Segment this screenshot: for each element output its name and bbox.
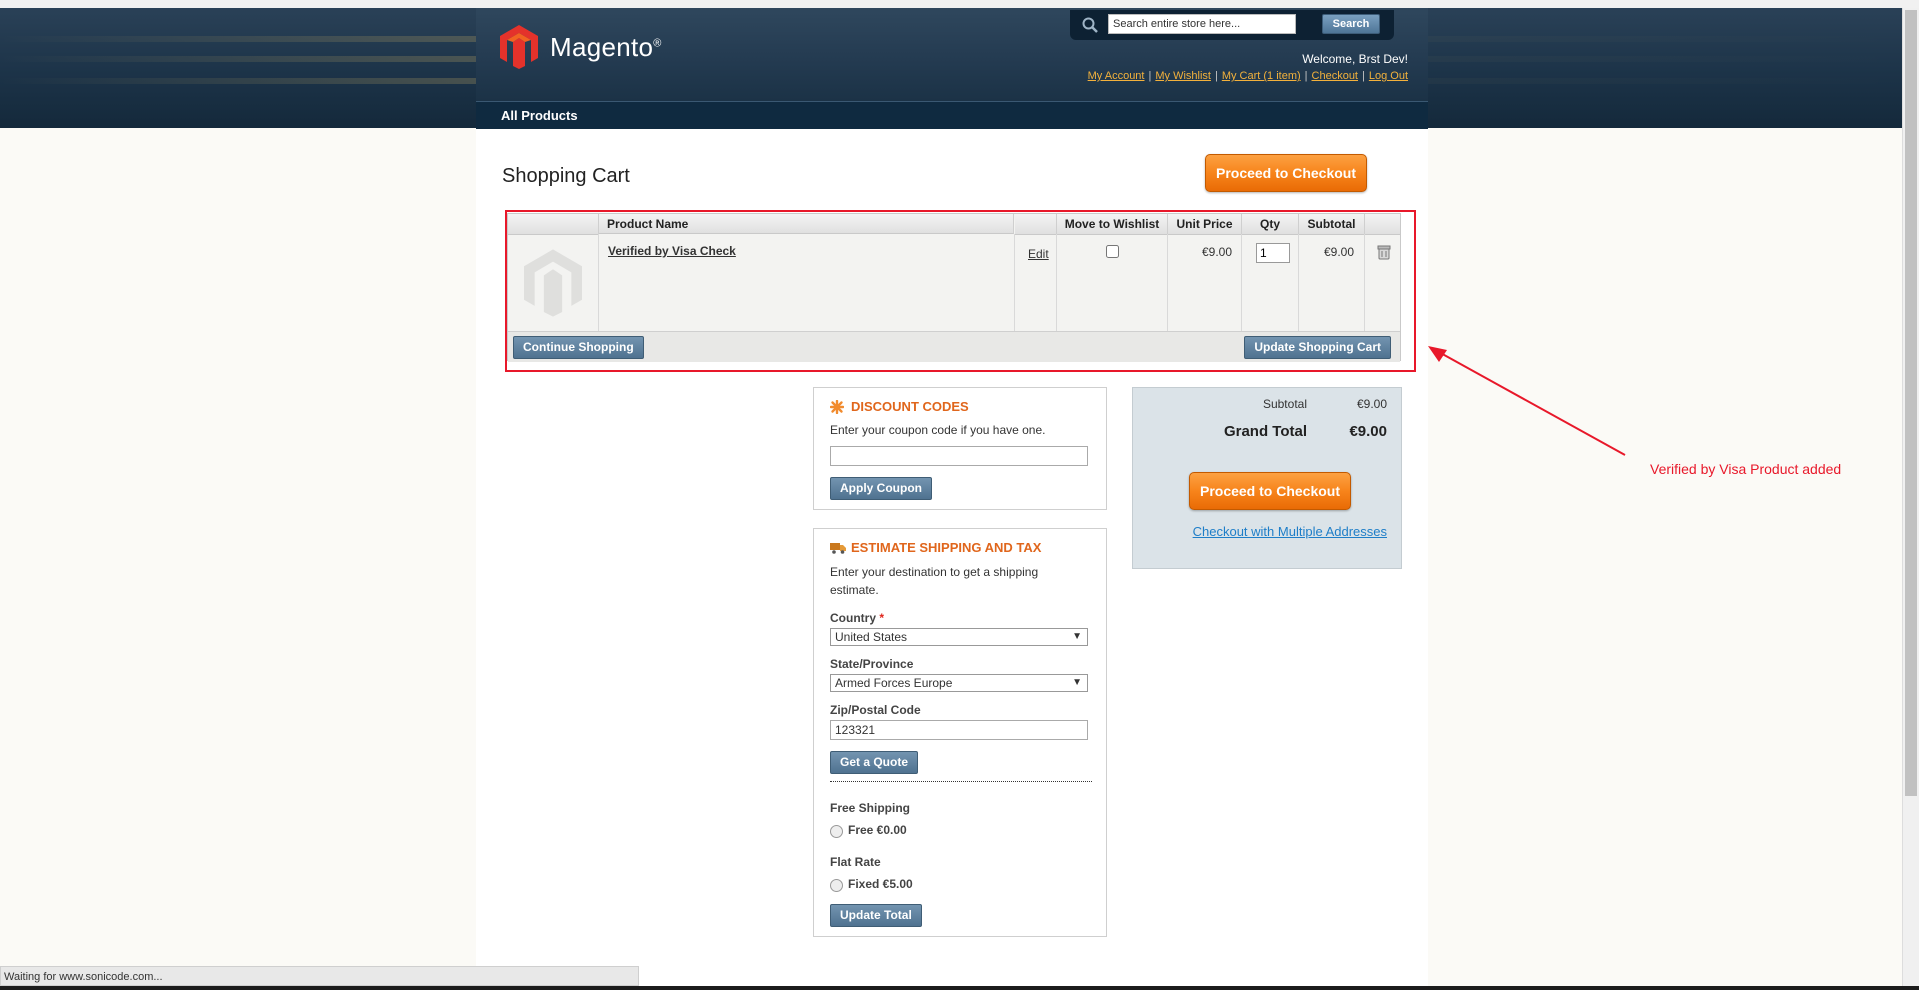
shipping-prompt-line1: Enter your destination to get a shipping <box>830 565 1039 579</box>
zip-input[interactable] <box>830 720 1088 740</box>
proceed-to-checkout-button-top[interactable]: Proceed to Checkout <box>1205 154 1367 192</box>
grand-total-label: Grand Total <box>1223 423 1307 440</box>
shipping-prompt-line2: estimate. <box>830 583 879 597</box>
truck-icon <box>830 543 846 554</box>
magento-logo-icon <box>500 25 538 69</box>
discount-codes-box: Discount Codes Enter your coupon code if… <box>813 387 1107 510</box>
log-out-link[interactable]: Log Out <box>1369 70 1408 82</box>
discount-prompt: Enter your coupon code if you have one. <box>830 423 1046 437</box>
welcome-message: Welcome, Brst Dev! <box>1302 52 1408 66</box>
my-account-link[interactable]: My Account <box>1088 70 1145 82</box>
country-select[interactable]: United States ▼ <box>830 628 1088 646</box>
checkout-link[interactable]: Checkout <box>1312 70 1358 82</box>
search-button[interactable]: Search <box>1322 14 1380 34</box>
flat-rate-option: Fixed €5.00 <box>848 877 913 891</box>
search-icon <box>1082 17 1098 33</box>
flat-rate-radio[interactable] <box>830 879 843 892</box>
vertical-scrollbar[interactable] <box>1902 8 1919 990</box>
country-label: Country * <box>830 611 885 625</box>
magento-logo[interactable]: Magento® <box>500 25 662 69</box>
logo-text: Magento® <box>550 31 662 62</box>
search-input[interactable] <box>1108 14 1296 34</box>
search-form: Search <box>1070 10 1394 40</box>
my-wishlist-link[interactable]: My Wishlist <box>1155 70 1211 82</box>
chevron-down-icon: ▼ <box>1072 677 1082 688</box>
header-links: My Account | My Wishlist | My Cart (1 item) |… <box>1087 70 1408 82</box>
annotation-arrow <box>1428 346 1626 456</box>
main-nav: All Products <box>476 101 1428 129</box>
annotation-highlight-box <box>505 210 1416 372</box>
flat-rate-label: Flat Rate <box>830 855 881 869</box>
discount-codes-title: Discount Codes <box>851 399 969 414</box>
free-shipping-radio[interactable] <box>830 825 843 838</box>
free-shipping-option: Free €0.00 <box>848 823 907 837</box>
proceed-to-checkout-button[interactable]: Proceed to Checkout <box>1189 472 1351 510</box>
zip-label: Zip/Postal Code <box>830 703 921 717</box>
update-total-button[interactable]: Update Total <box>830 904 922 927</box>
free-shipping-label: Free Shipping <box>830 801 911 815</box>
state-select[interactable]: Armed Forces Europe ▼ <box>830 674 1088 692</box>
divider <box>830 781 1092 782</box>
annotation-text: Verified by Visa Product added <box>1650 461 1842 477</box>
cart-totals: Subtotal €9.00 Grand Total €9.00 Proceed… <box>1132 387 1402 569</box>
estimate-shipping-box: Estimate Shipping and Tax Enter your des… <box>813 528 1107 937</box>
subtotal-label: Subtotal <box>1262 397 1307 411</box>
chevron-down-icon: ▼ <box>1072 631 1082 642</box>
discount-star-icon <box>830 400 844 414</box>
state-label: State/Province <box>830 657 914 671</box>
os-taskbar <box>0 986 1919 990</box>
multiple-addresses-link[interactable]: Checkout with Multiple Addresses <box>1193 524 1387 539</box>
apply-coupon-button[interactable]: Apply Coupon <box>830 477 932 500</box>
estimate-shipping-title: Estimate Shipping and Tax <box>851 540 1042 555</box>
subtotal-value: €9.00 <box>1356 397 1387 411</box>
nav-all-products[interactable]: All Products <box>501 108 578 123</box>
page-title: Shopping Cart <box>502 165 630 187</box>
grand-total-value: €9.00 <box>1349 423 1387 440</box>
my-cart-link[interactable]: My Cart (1 item) <box>1222 70 1301 82</box>
coupon-code-input[interactable] <box>830 446 1088 466</box>
get-a-quote-button[interactable]: Get a Quote <box>830 751 919 774</box>
browser-status-bar: Waiting for www.sonicode.com... <box>0 966 639 986</box>
scrollbar-thumb[interactable] <box>1905 10 1917 796</box>
